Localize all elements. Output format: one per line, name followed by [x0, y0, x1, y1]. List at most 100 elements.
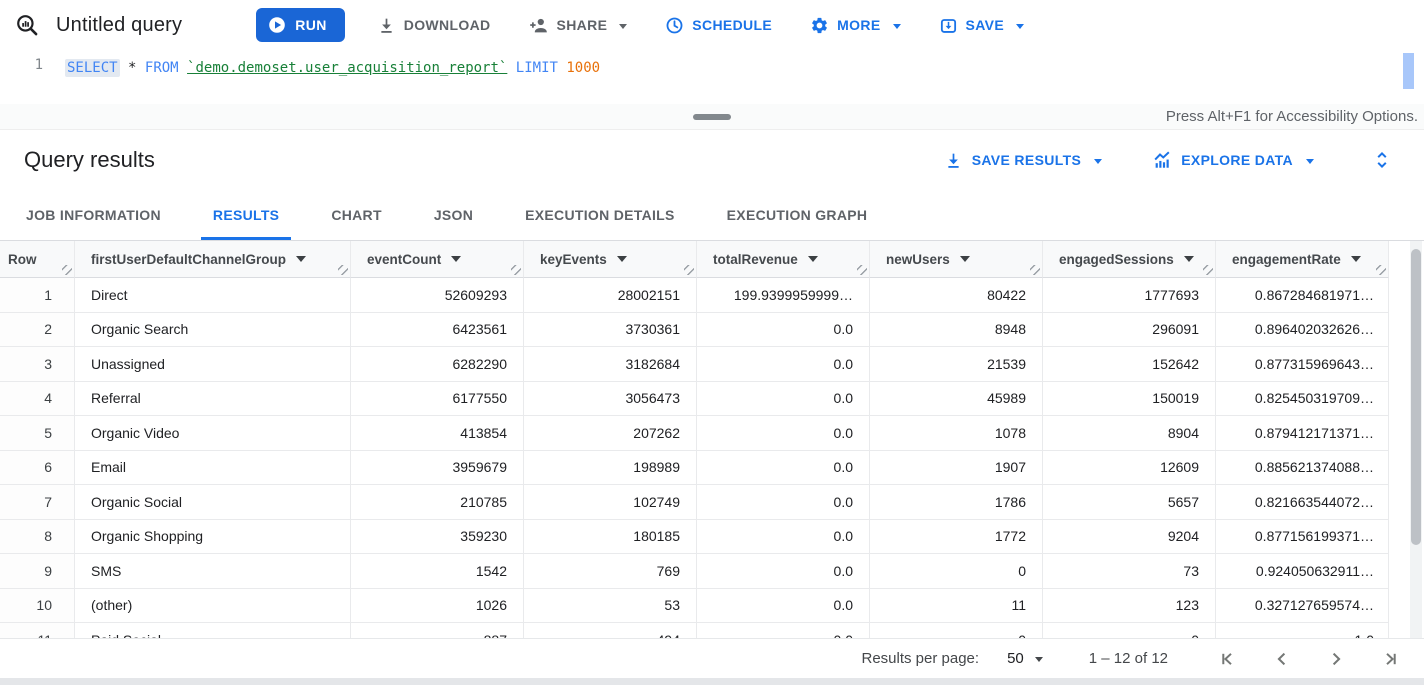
column-resize-grip[interactable]	[1203, 265, 1213, 275]
query-results-actions: SAVE RESULTS EXPLORE DATA	[944, 142, 1394, 178]
firstUserDefaultChannelGroup-cell: Organic Shopping	[75, 520, 351, 555]
column-resize-grip[interactable]	[1030, 265, 1040, 275]
column-menu-caret-icon[interactable]	[617, 256, 627, 262]
horizontal-scrollbar-track[interactable]	[0, 678, 1424, 685]
accessibility-hint: Press Alt+F1 for Accessibility Options.	[1166, 108, 1418, 125]
save-results-button[interactable]: SAVE RESULTS	[944, 142, 1102, 178]
engagementRate-cell: 0.885621374088…	[1216, 451, 1389, 486]
column-menu-caret-icon[interactable]	[1351, 256, 1361, 262]
play-circle-icon	[268, 16, 286, 34]
sql-code-line[interactable]: SELECT * FROM `demo.demoset.user_acquisi…	[56, 50, 600, 104]
engagedSessions-cell: 123	[1043, 589, 1216, 624]
person-add-icon	[529, 15, 549, 35]
eventCount-cell: 1542	[351, 554, 524, 589]
table-row: 5Organic Video4138542072620.0107889040.8…	[0, 416, 1389, 451]
column-header-keyEvents[interactable]: keyEvents	[524, 241, 697, 278]
eventCount-cell: 6177550	[351, 382, 524, 417]
newUsers-cell: 8948	[870, 313, 1043, 348]
save-results-label: SAVE RESULTS	[972, 152, 1081, 168]
keyEvents-cell: 102749	[524, 485, 697, 520]
table-row: 9SMS15427690.00730.924050632911…	[0, 554, 1389, 589]
sql-limit-value: 1000	[566, 60, 600, 76]
table-row: 6Email39596791989890.01907126090.8856213…	[0, 451, 1389, 486]
engagedSessions-cell: 12609	[1043, 451, 1216, 486]
engagementRate-cell: 0.877156199371…	[1216, 520, 1389, 555]
keyEvents-cell: 3056473	[524, 382, 697, 417]
save-button[interactable]: SAVE	[933, 7, 1031, 43]
sql-editor[interactable]: 1 SELECT * FROM `demo.demoset.user_acqui…	[0, 50, 1424, 104]
column-resize-grip[interactable]	[338, 265, 348, 275]
share-button[interactable]: SHARE	[523, 7, 634, 43]
tab-chart[interactable]: CHART	[305, 190, 408, 240]
run-button[interactable]: RUN	[256, 8, 345, 42]
tab-execution-details[interactable]: EXECUTION DETAILS	[499, 190, 701, 240]
totalRevenue-cell: 0.0	[697, 416, 870, 451]
query-magnifier-icon	[14, 12, 40, 38]
column-menu-caret-icon[interactable]	[451, 256, 461, 262]
tab-job-information[interactable]: JOB INFORMATION	[0, 190, 187, 240]
first-page-button[interactable]	[1218, 649, 1238, 669]
editor-scrollbar-thumb[interactable]	[1403, 53, 1414, 89]
column-header-row[interactable]: Row	[0, 241, 75, 278]
query-toolbar: Untitled query RUN DOWNLOAD SHA	[0, 0, 1424, 50]
firstUserDefaultChannelGroup-cell: Paid Social	[75, 623, 351, 638]
more-dropdown-caret-icon[interactable]	[893, 24, 901, 29]
tab-execution-graph[interactable]: EXECUTION GRAPH	[701, 190, 894, 240]
schedule-button[interactable]: SCHEDULE	[659, 7, 778, 43]
column-header-eventCount[interactable]: eventCount	[351, 241, 524, 278]
column-header-engagementRate[interactable]: engagementRate	[1216, 241, 1389, 278]
results-per-page-label: Results per page:	[862, 650, 980, 667]
share-dropdown-caret-icon[interactable]	[619, 24, 627, 29]
totalRevenue-cell: 0.0	[697, 451, 870, 486]
row-cell: 10	[0, 589, 75, 624]
expand-panel-button[interactable]	[1370, 147, 1394, 173]
save-results-caret-icon[interactable]	[1094, 159, 1102, 164]
engagementRate-cell: 0.825450319709…	[1216, 382, 1389, 417]
explore-data-button[interactable]: EXPLORE DATA	[1152, 142, 1314, 178]
page-size-select[interactable]: 50	[1007, 650, 1043, 667]
save-dropdown-caret-icon[interactable]	[1016, 24, 1024, 29]
chevron-right-icon	[1326, 649, 1346, 669]
column-header-newUsers[interactable]: newUsers	[870, 241, 1043, 278]
save-results-download-icon	[944, 151, 963, 170]
tab-results[interactable]: RESULTS	[187, 190, 305, 240]
column-header-engagedSessions[interactable]: engagedSessions	[1043, 241, 1216, 278]
keyEvents-cell: 3182684	[524, 347, 697, 382]
firstUserDefaultChannelGroup-cell: (other)	[75, 589, 351, 624]
splitter-drag-handle[interactable]	[693, 114, 731, 120]
newUsers-cell: 80422	[870, 278, 1043, 313]
explore-data-caret-icon[interactable]	[1306, 159, 1314, 164]
column-menu-caret-icon[interactable]	[808, 256, 818, 262]
column-resize-grip[interactable]	[62, 265, 72, 275]
column-resize-grip[interactable]	[857, 265, 867, 275]
eventCount-cell: 210785	[351, 485, 524, 520]
more-button[interactable]: MORE	[804, 7, 906, 43]
download-button-label: DOWNLOAD	[404, 17, 491, 33]
previous-page-button[interactable]	[1272, 649, 1292, 669]
editor-line-number: 1	[0, 50, 56, 104]
eventCount-cell: 52609293	[351, 278, 524, 313]
gear-icon	[810, 16, 829, 35]
download-button[interactable]: DOWNLOAD	[371, 7, 497, 43]
column-menu-caret-icon[interactable]	[1184, 256, 1194, 262]
column-header-firstUserDefaultChannelGroup[interactable]: firstUserDefaultChannelGroup	[75, 241, 351, 278]
column-resize-grip[interactable]	[1376, 265, 1386, 275]
explore-data-label: EXPLORE DATA	[1181, 152, 1293, 168]
row-cell: 7	[0, 485, 75, 520]
more-button-label: MORE	[837, 17, 880, 33]
engagedSessions-cell: 5657	[1043, 485, 1216, 520]
tab-json[interactable]: JSON	[408, 190, 499, 240]
keyEvents-cell: 3730361	[524, 313, 697, 348]
table-row: 2Organic Search642356137303610.089482960…	[0, 313, 1389, 348]
engagementRate-cell: 0.879412171371…	[1216, 416, 1389, 451]
column-menu-caret-icon[interactable]	[960, 256, 970, 262]
sql-table-reference[interactable]: `demo.demoset.user_acquisition_report`	[187, 60, 507, 76]
column-resize-grip[interactable]	[684, 265, 694, 275]
engagedSessions-cell: 0	[1043, 623, 1216, 638]
last-page-button[interactable]	[1380, 649, 1400, 669]
column-resize-grip[interactable]	[511, 265, 521, 275]
column-menu-caret-icon[interactable]	[296, 256, 306, 262]
column-header-totalRevenue[interactable]: totalRevenue	[697, 241, 870, 278]
next-page-button[interactable]	[1326, 649, 1346, 669]
table-scrollbar-thumb[interactable]	[1411, 249, 1421, 545]
